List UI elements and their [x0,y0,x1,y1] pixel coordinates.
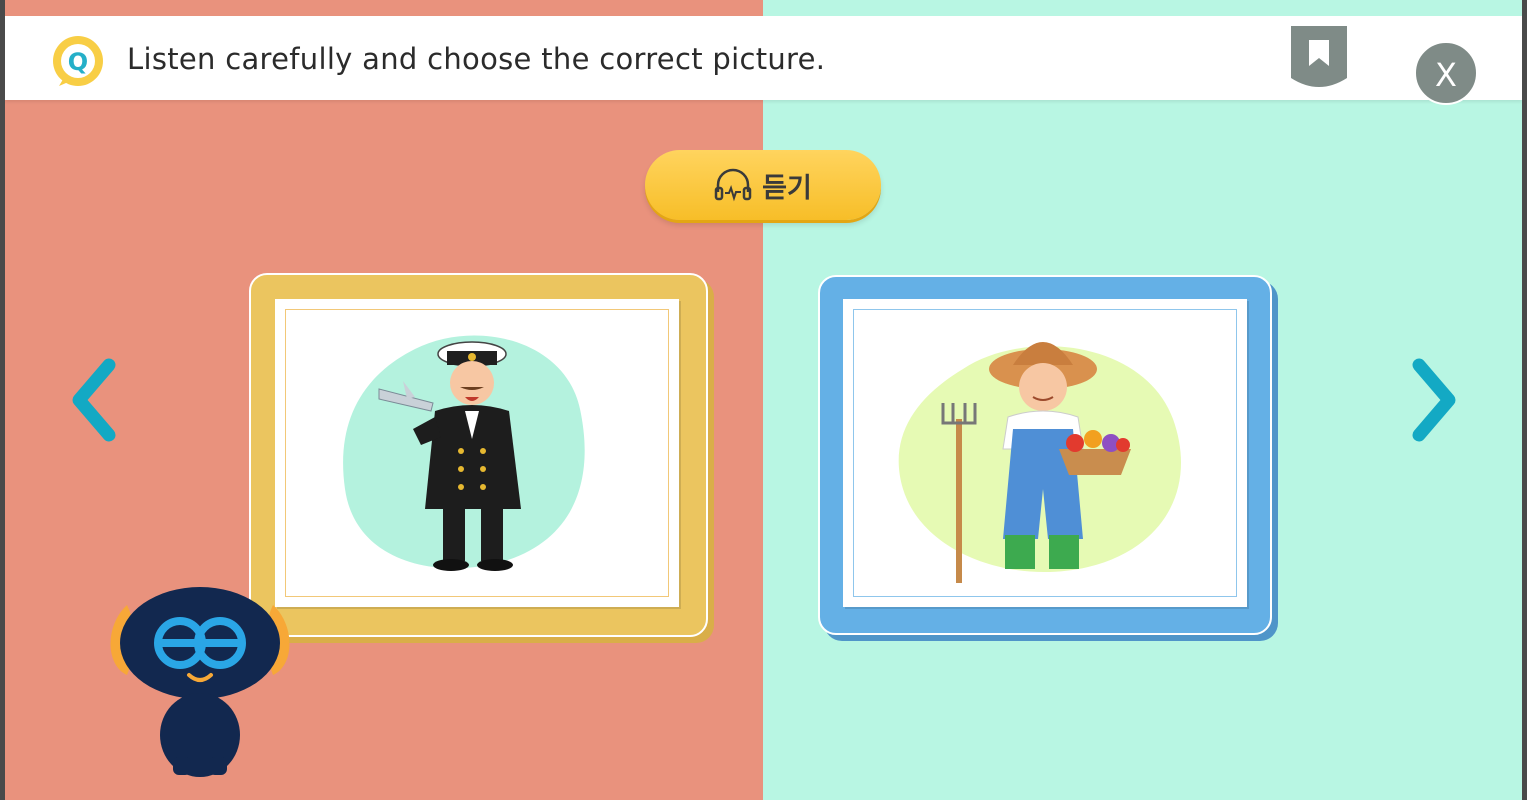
pilot-illustration [343,335,585,571]
prev-arrow-icon[interactable] [65,355,125,445]
listen-button[interactable]: 듣기 [645,150,881,220]
question-text: Listen carefully and choose the correct … [127,42,826,76]
option-card-pilot-inner [275,299,679,607]
option-card-farmer[interactable] [818,275,1272,635]
next-arrow-icon[interactable] [1403,355,1463,445]
close-button[interactable]: X [1414,41,1478,105]
bookmark-icon[interactable] [1289,26,1349,92]
question-badge-icon: Q [53,36,103,86]
listen-button-label: 듣기 [762,172,812,204]
question-badge-letter: Q [68,48,88,76]
mascot-character [110,587,290,777]
option-card-farmer-inner [843,299,1247,607]
question-bar: Q Listen carefully and choose the correc… [5,16,1522,100]
option-card-pilot[interactable] [249,273,708,637]
headphones-icon [714,168,752,202]
quiz-screen: Q Listen carefully and choose the correc… [5,0,1522,800]
farmer-illustration [898,342,1182,583]
